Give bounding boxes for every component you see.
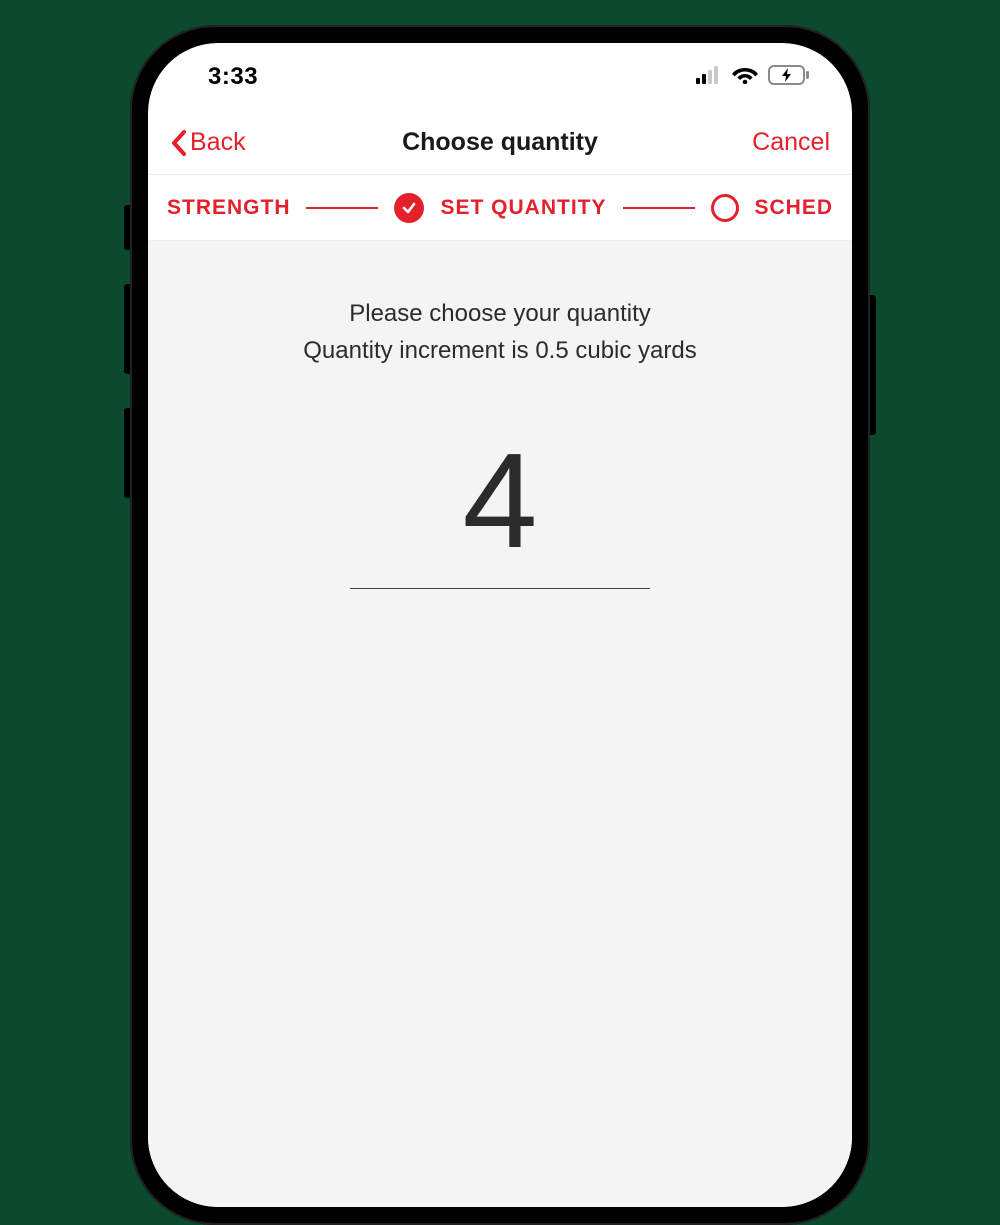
back-label: Back: [190, 128, 246, 157]
quantity-underline: [350, 588, 650, 589]
wifi-icon: [732, 65, 758, 89]
progress-stepper: STRENGTH SET QUANTITY SCHED: [148, 175, 852, 241]
content-area: Please choose your quantity Quantity inc…: [148, 241, 852, 1207]
check-circle-icon: [394, 193, 424, 223]
volume-down-button: [124, 408, 130, 498]
battery-charging-icon: [768, 65, 810, 90]
status-bar: 3:33: [148, 43, 852, 111]
power-button: [870, 295, 876, 435]
empty-circle-icon: [711, 194, 739, 222]
phone-screen: 3:33: [148, 43, 852, 1207]
cellular-signal-icon: [696, 66, 722, 89]
phone-side-buttons-left: [124, 205, 130, 532]
quantity-stepper[interactable]: 4: [148, 433, 852, 589]
back-button[interactable]: Back: [170, 128, 290, 157]
mute-switch: [124, 205, 130, 250]
stepper-connector: [306, 207, 378, 209]
page-title: Choose quantity: [290, 128, 710, 157]
phone-side-buttons-right: [870, 295, 876, 435]
status-time: 3:33: [208, 63, 258, 91]
stepper-step-strength[interactable]: STRENGTH: [167, 196, 291, 220]
instruction-line-2: Quantity increment is 0.5 cubic yards: [148, 332, 852, 369]
stepper-step-set-quantity[interactable]: SET QUANTITY: [440, 196, 606, 220]
phone-device-frame: 3:33: [130, 25, 870, 1225]
stepper-step-schedule[interactable]: SCHED: [755, 196, 834, 220]
status-icons-group: [696, 65, 810, 90]
quantity-value: 4: [462, 433, 537, 568]
navigation-bar: Back Choose quantity Cancel: [148, 111, 852, 175]
cancel-button[interactable]: Cancel: [710, 128, 830, 157]
volume-up-button: [124, 284, 130, 374]
instruction-line-1: Please choose your quantity: [148, 295, 852, 332]
stepper-connector: [623, 207, 695, 209]
chevron-left-icon: [170, 129, 188, 157]
